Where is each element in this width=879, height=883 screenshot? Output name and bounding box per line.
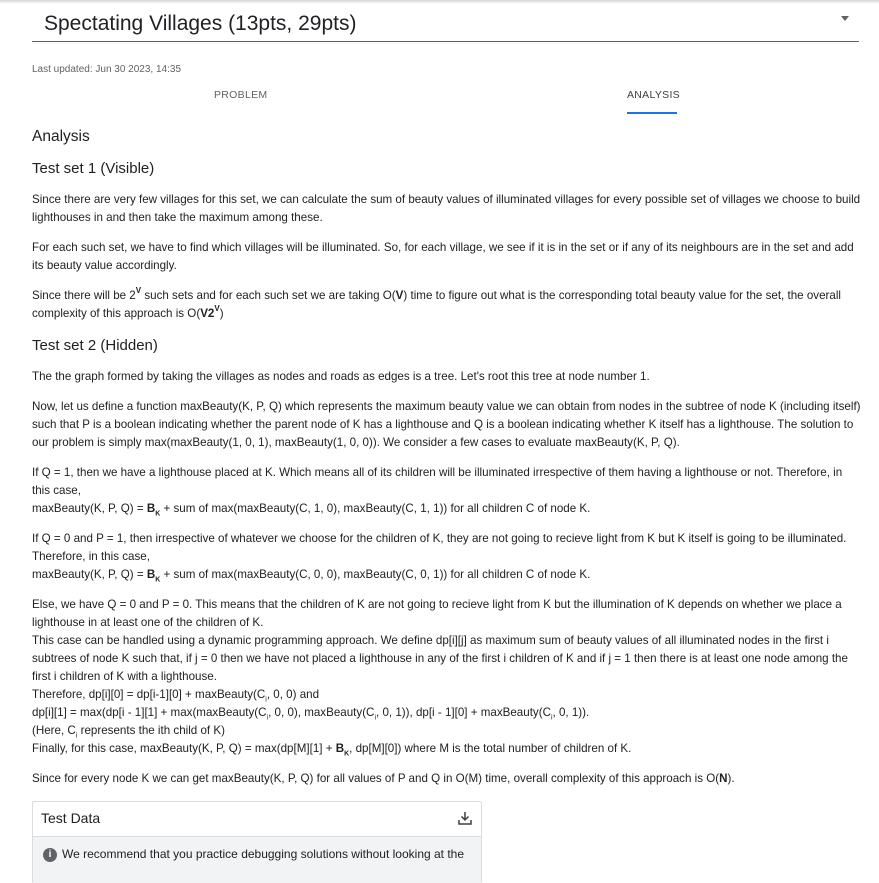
text: ) — [219, 307, 224, 320]
download-icon[interactable] — [457, 810, 473, 826]
formula-line: Therefore, dp[i][0] = dp[i-1][0] + maxBe… — [32, 686, 862, 704]
chevron-down-icon[interactable] — [841, 16, 849, 21]
text: dp[i][1] = max(dp[i - 1][1] + max(maxBea… — [32, 706, 267, 719]
text: + sum of max(maxBeauty(C, 1, 0), maxBeau… — [160, 502, 591, 515]
text: B — [146, 502, 156, 515]
text: + sum of max(maxBeauty(C, 0, 0), maxBeau… — [160, 568, 591, 581]
formula-line: dp[i][1] = max(dp[i - 1][1] + max(maxBea… — [32, 704, 862, 722]
active-tab-indicator — [627, 112, 677, 114]
tab-analysis[interactable]: ANALYSIS — [627, 89, 680, 101]
text: V2 — [200, 307, 215, 320]
text: Since for every node K we can get maxBea… — [32, 772, 720, 785]
text: , dp[M][0]) where M is the total number … — [349, 742, 632, 755]
text: Therefore, dp[i][0] = dp[i-1][0] + maxBe… — [32, 688, 266, 701]
text: This case can be handled using a dynamic… — [32, 634, 848, 683]
paragraph-6: If Q = 1, then we have a lighthouse plac… — [32, 464, 862, 518]
paragraph-2: For each such set, we have to find which… — [32, 241, 854, 272]
last-updated: Last updated: Jun 30 2023, 14:35 — [32, 64, 182, 75]
paragraph-4: The the graph formed by taking the villa… — [32, 370, 650, 383]
formula-line: maxBeauty(K, P, Q) = BK + sum of max(max… — [32, 500, 862, 518]
text: V — [214, 304, 220, 314]
formula-line: maxBeauty(K, P, Q) = BK + sum of max(max… — [32, 566, 862, 584]
text: maxBeauty(K, P, Q) = — [32, 502, 147, 515]
paragraph-8: Else, we have Q = 0 and P = 0. This mean… — [32, 596, 862, 758]
formula-line: (Here, Ci represents the ith child of K) — [32, 722, 862, 740]
paragraph-3: Since there will be 2V such sets and for… — [32, 287, 862, 323]
text: ). — [727, 772, 735, 785]
text: (Here, C — [32, 724, 76, 737]
text: such sets and for each such set we are t… — [141, 289, 396, 302]
text: Finally, for this case, maxBeauty(K, P, … — [32, 742, 336, 755]
paragraph-7: If Q = 0 and P = 1, then irrespective of… — [32, 530, 862, 584]
paragraph-5: Now, let us define a function maxBeauty(… — [32, 400, 861, 449]
page-title: Spectating Villages (13pts, 29pts) — [44, 12, 357, 35]
analysis-heading: Analysis — [32, 128, 90, 145]
set2-heading: Test set 2 (Hidden) — [32, 337, 158, 354]
text: , 0, 0) and — [266, 688, 320, 701]
text: , 0, 1)). — [552, 706, 590, 719]
text: B — [146, 568, 156, 581]
text: If Q = 0 and P = 1, then irrespective of… — [32, 532, 847, 563]
set1-heading: Test set 1 (Visible) — [32, 160, 155, 177]
formula-line: Finally, for this case, maxBeauty(K, P, … — [32, 740, 862, 758]
tab-problem[interactable]: PROBLEM — [214, 89, 267, 101]
text: maxBeauty(K, P, Q) = — [32, 568, 147, 581]
top-shadow — [0, 0, 879, 4]
test-data-note: We recommend that you practice debugging… — [62, 847, 465, 861]
text: B — [335, 742, 345, 755]
paragraph-1: Since there are very few villages for th… — [32, 193, 861, 224]
download-icon-svg — [458, 812, 472, 825]
test-data-title: Test Data — [41, 810, 101, 826]
test-data-header: Test Data — [33, 802, 481, 837]
test-data-panel: Test Data i We recommend that you practi… — [32, 801, 482, 883]
text: V — [135, 286, 142, 296]
info-icon: i — [43, 848, 57, 862]
problem-title-select[interactable]: Spectating Villages (13pts, 29pts) — [32, 8, 859, 42]
text: If Q = 1, then we have a lighthouse plac… — [32, 466, 843, 497]
test-data-notice: i We recommend that you practice debuggi… — [33, 837, 481, 883]
text: represents the ith child of K) — [77, 724, 225, 737]
text: Since there will be 2 — [32, 289, 136, 302]
text: , 0, 1)), dp[i - 1][0] + maxBeauty(C — [376, 706, 551, 719]
text: N — [719, 772, 728, 785]
text: Else, we have Q = 0 and P = 0. This mean… — [32, 598, 842, 629]
text: , 0, 0), maxBeauty(C — [268, 706, 375, 719]
paragraph-9: Since for every node K we can get maxBea… — [32, 770, 862, 788]
